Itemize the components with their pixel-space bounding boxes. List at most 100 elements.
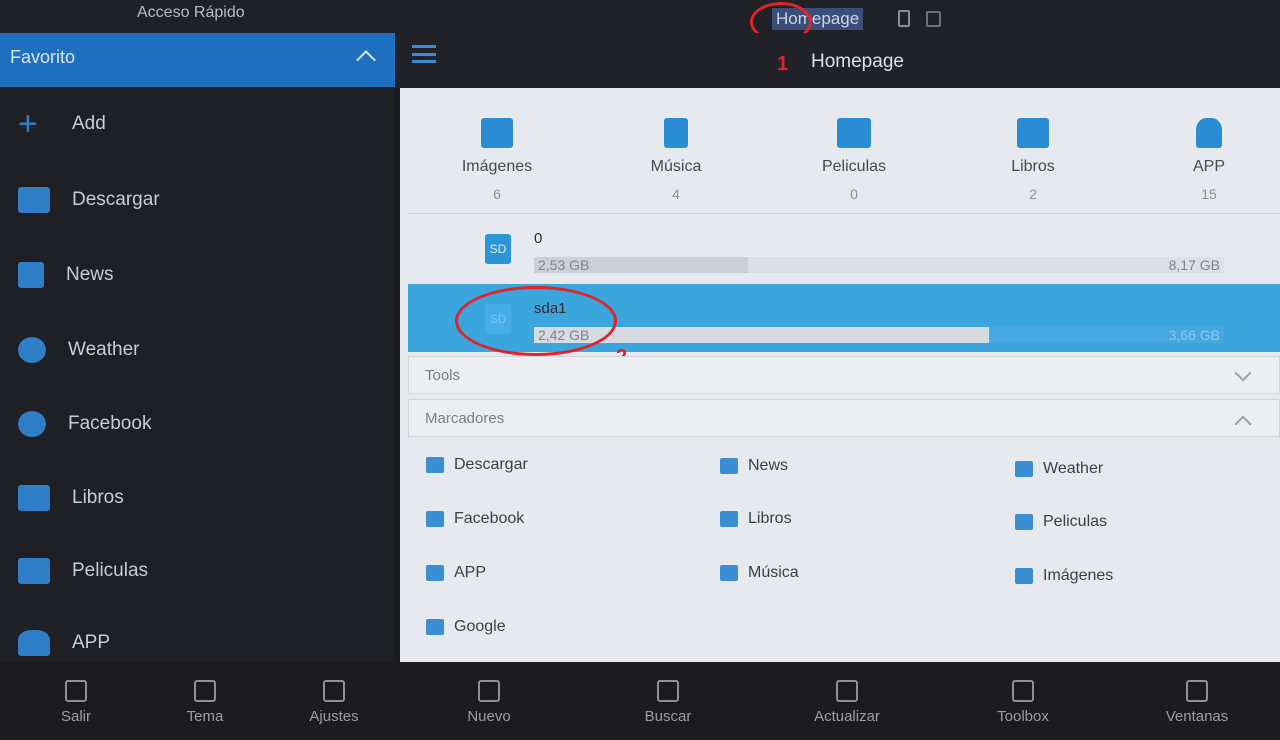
bookmarks-section[interactable]: Marcadores — [408, 399, 1280, 437]
sidebar-item-label: Libros — [72, 487, 124, 508]
image-icon — [1015, 568, 1033, 584]
toolbar-label: Nuevo — [467, 708, 511, 725]
storage-row-0[interactable]: SD 0 2,53 GB 8,17 GB — [408, 213, 1280, 283]
globe-icon — [18, 411, 46, 437]
annotation-1: 1 — [777, 53, 789, 75]
toolbar-label: Salir — [60, 708, 91, 725]
news-icon — [18, 262, 44, 288]
bookmark-item[interactable]: Google — [426, 618, 506, 636]
devices-icon[interactable] — [926, 11, 941, 27]
movie-icon — [1015, 514, 1033, 530]
storage-used: 2,53 GB — [538, 257, 590, 273]
bookmark-item[interactable]: APP — [426, 564, 486, 582]
chevron-up-icon — [1234, 415, 1252, 433]
category-label: APP — [1192, 158, 1225, 175]
refresh-icon — [836, 680, 858, 702]
storage-total: 8,17 GB — [1168, 257, 1220, 273]
category-label: Música — [650, 158, 702, 175]
bookmarks-label: Marcadores — [425, 410, 505, 427]
toolbar-label: Toolbox — [997, 708, 1049, 725]
android-icon — [18, 630, 50, 656]
bookmark-item[interactable]: Libros — [720, 510, 792, 528]
sidebar-item-add[interactable]: + Add — [0, 99, 106, 149]
toolbar-button-toolbox[interactable]: Toolbox — [973, 680, 1073, 725]
category-count: 15 — [1201, 186, 1217, 202]
sidebar: + Add Descargar News Weather Facebook Lib… — [0, 87, 395, 662]
category-movies[interactable]: Peliculas 0 — [784, 118, 924, 202]
download-folder-icon — [18, 187, 50, 213]
category-count: 4 — [672, 186, 680, 202]
favorites-header[interactable]: Favorito — [0, 33, 395, 87]
bookmark-label: Libros — [748, 510, 792, 527]
bookmark-label: Google — [454, 618, 506, 635]
chevron-up-icon — [356, 50, 376, 70]
toolbar-button-nuevo[interactable]: Nuevo — [439, 680, 539, 725]
toolbar-button-ventanas[interactable]: Ventanas — [1147, 680, 1247, 725]
toolbar-button-buscar[interactable]: Buscar — [618, 680, 718, 725]
category-count: 6 — [493, 186, 501, 202]
sidebar-item-label: Descargar — [72, 189, 160, 210]
toolbar-label: Tema — [186, 708, 224, 725]
bookmark-item[interactable]: News — [720, 457, 788, 475]
globe-icon — [426, 511, 444, 527]
book-icon — [1017, 118, 1049, 148]
download-folder-icon — [426, 457, 444, 473]
shirt-icon — [194, 680, 216, 702]
bottom-toolbar: Salir Tema Ajustes Nuevo Buscar Actualizar Too… — [0, 662, 1280, 740]
storage-name: 0 — [534, 230, 543, 247]
sidebar-item-label: Weather — [68, 339, 140, 360]
book-icon — [720, 511, 738, 527]
bookmark-item[interactable]: Música — [720, 564, 799, 582]
sidebar-item-peliculas[interactable]: Peliculas — [0, 546, 148, 596]
sidebar-item-label: APP — [72, 632, 111, 653]
chevron-down-icon — [1234, 364, 1252, 382]
category-images[interactable]: Imágenes 6 — [427, 118, 567, 202]
menu-icon[interactable] — [412, 45, 436, 63]
plus-icon: + — [18, 105, 38, 143]
bookmark-item[interactable]: Weather — [1015, 460, 1103, 478]
sidebar-item-news[interactable]: News — [0, 250, 114, 300]
tools-section[interactable]: Tools — [408, 356, 1280, 394]
category-label: Imágenes — [461, 158, 533, 175]
category-count: 0 — [850, 186, 858, 202]
sidebar-item-app[interactable]: APP — [0, 618, 110, 668]
sidebar-item-descargar[interactable]: Descargar — [0, 175, 160, 225]
sidebar-item-label: News — [66, 264, 114, 285]
globe-icon — [426, 619, 444, 635]
sd-card-icon: SD — [485, 234, 511, 264]
bookmark-label: Imágenes — [1043, 567, 1114, 584]
category-label: Libros — [1011, 158, 1055, 175]
sidebar-item-facebook[interactable]: Facebook — [0, 399, 151, 449]
windows-icon — [1186, 680, 1208, 702]
storage-total: 3,66 GB — [1168, 327, 1220, 343]
toolbar-button-salir[interactable]: Salir — [26, 680, 126, 725]
sidebar-item-weather[interactable]: Weather — [0, 325, 139, 375]
toolbar-button-actualizar[interactable]: Actualizar — [797, 680, 897, 725]
android-icon — [426, 565, 444, 581]
bookmark-item[interactable]: Facebook — [426, 510, 524, 528]
category-app[interactable]: APP 15 — [1139, 118, 1279, 202]
toolbar-label: Actualizar — [814, 708, 880, 725]
bookmark-label: APP — [454, 564, 487, 581]
category-books[interactable]: Libros 2 — [963, 118, 1103, 202]
bookmark-item[interactable]: Imágenes — [1015, 567, 1113, 585]
storage-usage-bar: 2,42 GB 3,66 GB — [534, 327, 1224, 343]
phone-icon[interactable] — [898, 10, 910, 27]
gear-icon — [323, 680, 345, 702]
bookmark-label: Descargar — [454, 456, 528, 473]
storage-usage-bar: 2,53 GB 8,17 GB — [534, 257, 1224, 273]
sidebar-item-libros[interactable]: Libros — [0, 473, 124, 523]
plus-icon — [478, 680, 500, 702]
toolbar-button-ajustes[interactable]: Ajustes — [284, 680, 384, 725]
bookmark-item[interactable]: Peliculas — [1015, 513, 1107, 531]
search-icon — [657, 680, 679, 702]
bookmark-item[interactable]: Descargar — [426, 456, 528, 474]
category-music[interactable]: Música 4 — [606, 118, 746, 202]
tools-label: Tools — [425, 367, 461, 384]
toolbar-button-tema[interactable]: Tema — [155, 680, 255, 725]
exit-icon — [65, 680, 87, 702]
toolbar-label: Buscar — [644, 708, 692, 725]
bookmark-label: Weather — [1043, 460, 1104, 477]
music-icon — [720, 565, 738, 581]
bookmark-label: Facebook — [454, 510, 525, 527]
